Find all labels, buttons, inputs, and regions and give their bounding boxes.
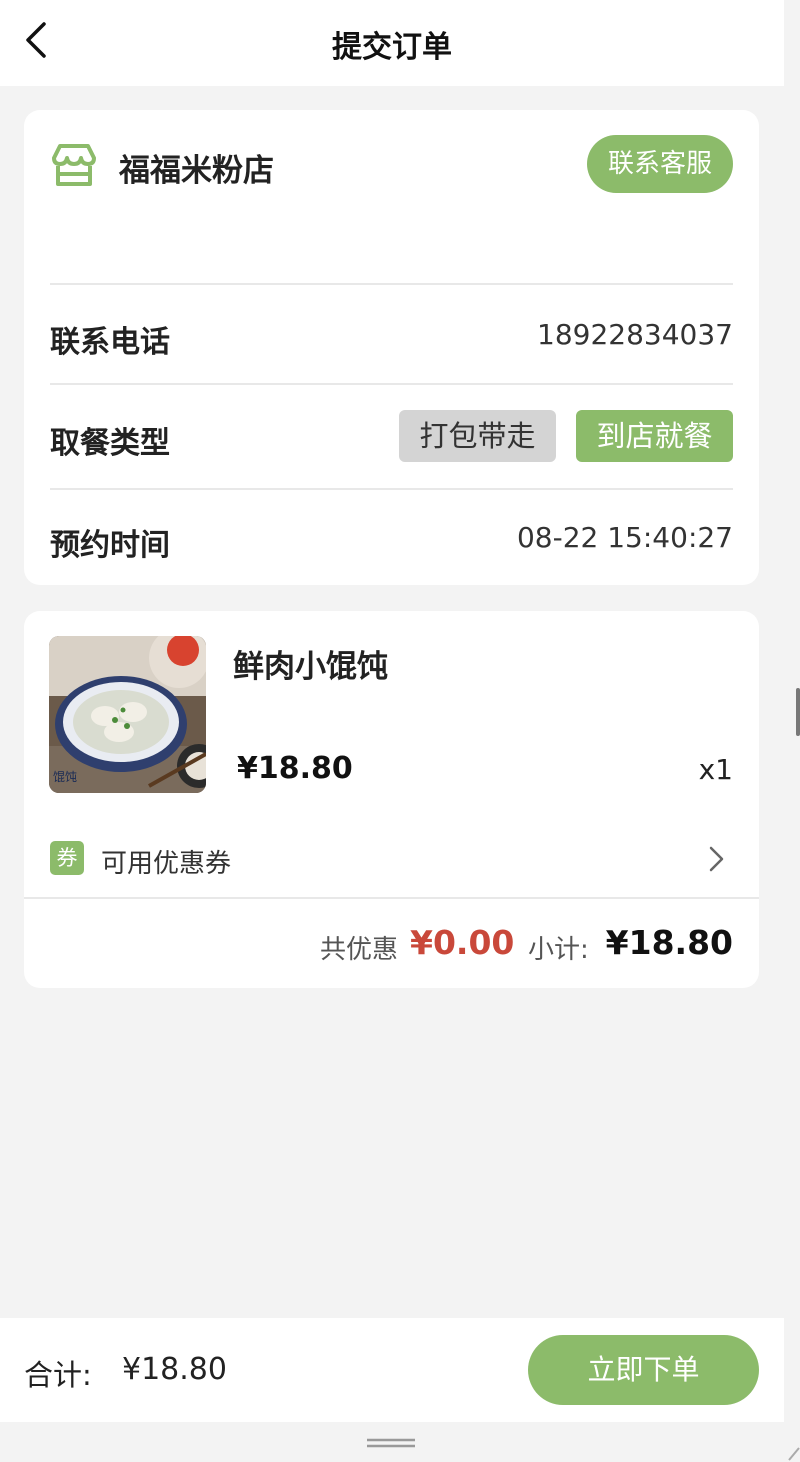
pickup-option-dine-in[interactable]: 到店就餐 [576, 410, 733, 462]
storefront-icon [52, 144, 96, 186]
page-title: 提交订单 [332, 30, 452, 65]
image-caption: 馄饨 [53, 770, 77, 784]
divider [50, 488, 733, 490]
order-item-card: 馄饨 鲜肉小馄饨 ¥18.80 x1 券 可用优惠券 共优惠 ¥0.00 小计:… [24, 611, 759, 988]
total-label: 合计: [24, 1358, 92, 1392]
scrollbar-thumb[interactable] [796, 688, 800, 736]
item-name: 鲜肉小馄饨 [233, 649, 388, 685]
pickup-type-label: 取餐类型 [50, 426, 170, 461]
wonton-soup-photo: 馄饨 [49, 636, 206, 793]
coupon-label[interactable]: 可用优惠券 [101, 843, 231, 880]
discount-label: 共优惠 [320, 935, 399, 965]
submit-order-button[interactable]: 立即下单 [528, 1335, 759, 1405]
resize-grip-icon [788, 1447, 800, 1461]
checkout-bar: 合计: ¥18.80 立即下单 [0, 1318, 784, 1422]
reservation-time-value[interactable]: 08-22 15:40:27 [517, 521, 733, 554]
total-value: ¥18.80 [122, 1352, 227, 1387]
subtotal-value: ¥18.80 [605, 923, 733, 962]
phone-label: 联系电话 [50, 325, 170, 360]
divider [50, 283, 733, 285]
shop-info-card: 福福米粉店 联系客服 联系电话 18922834037 取餐类型 打包带走 到店… [24, 110, 759, 585]
chevron-right-icon[interactable] [706, 844, 726, 874]
pickup-option-takeaway[interactable]: 打包带走 [399, 410, 556, 462]
subtotal-label: 小计: [528, 935, 589, 965]
divider [24, 897, 759, 899]
coupon-tag-icon: 券 [50, 841, 84, 875]
discount-value: ¥0.00 [410, 923, 515, 962]
item-quantity: x1 [698, 753, 733, 786]
item-price: ¥18.80 [237, 751, 353, 786]
phone-value: 18922834037 [537, 318, 733, 351]
shop-name: 福福米粉店 [119, 153, 274, 189]
divider [50, 383, 733, 385]
home-indicator [367, 1438, 415, 1448]
contact-service-button[interactable]: 联系客服 [587, 135, 733, 193]
top-nav-bar: 提交订单 [0, 0, 784, 86]
reservation-time-label: 预约时间 [50, 528, 170, 563]
